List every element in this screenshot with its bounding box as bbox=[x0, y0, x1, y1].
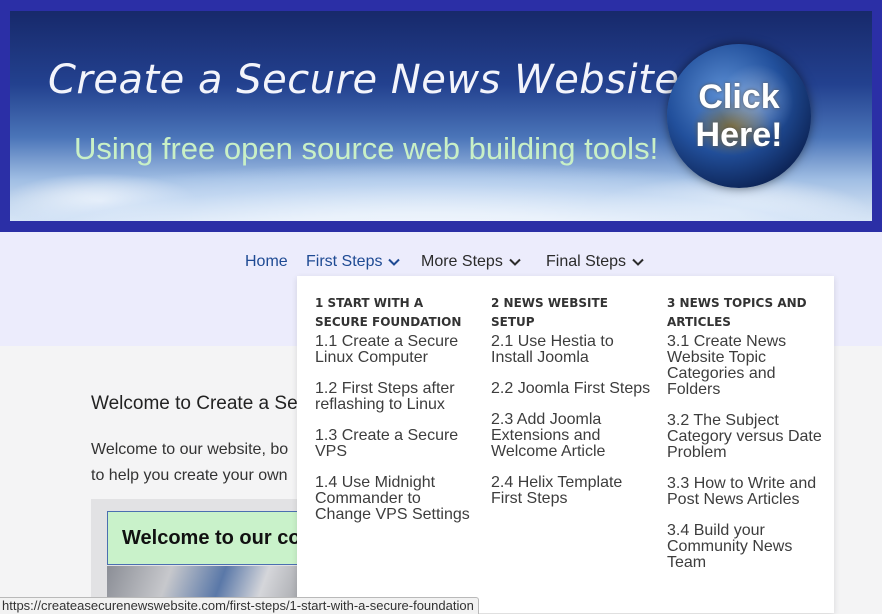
menu-column: 3 NEWS TOPICS AND ARTICLES 3.1 Create Ne… bbox=[667, 294, 827, 586]
menu-column-heading[interactable]: 2 NEWS WEBSITE SETUP bbox=[491, 294, 651, 334]
chevron-down-icon bbox=[388, 253, 401, 271]
menu-link[interactable]: 1.2 First Steps after reflashing to Linu… bbox=[315, 381, 475, 413]
menu-link[interactable]: 2.1 Use Hestia to Install Joomla bbox=[491, 334, 651, 366]
chevron-down-icon bbox=[509, 253, 521, 271]
banner-image[interactable]: Create a Secure News Website… Using free… bbox=[10, 11, 872, 221]
menu-link[interactable]: 2.2 Joomla First Steps bbox=[491, 381, 651, 397]
menu-link[interactable]: 2.4 Helix Template First Steps bbox=[491, 475, 651, 507]
welcome-banner: Welcome to our co bbox=[107, 511, 307, 565]
banner-subtitle: Using free open source web building tool… bbox=[74, 131, 659, 166]
menu-link[interactable]: 1.3 Create a Secure VPS bbox=[315, 428, 475, 460]
nav-item-final-steps[interactable]: Final Steps bbox=[546, 253, 644, 271]
header-banner: Create a Secure News Website… Using free… bbox=[0, 0, 882, 232]
menu-link[interactable]: 3.3 How to Write and Post News Articles bbox=[667, 476, 827, 508]
globe-cta-button[interactable]: Click Here! bbox=[667, 44, 811, 188]
menu-column: 1 START WITH A SECURE FOUNDATION 1.1 Cre… bbox=[315, 294, 475, 538]
intro-line: Welcome to our website, bo bbox=[91, 441, 289, 458]
nav-item-first-steps[interactable]: First Steps bbox=[306, 253, 401, 271]
intro-line: to help you create your own bbox=[91, 467, 288, 484]
nav-item-more-steps[interactable]: More Steps bbox=[421, 253, 521, 271]
nav-item-label: Final Steps bbox=[546, 253, 627, 271]
menu-link[interactable]: 1.4 Use Midnight Commander to Change VPS… bbox=[315, 475, 475, 523]
nav-item-label: Home bbox=[245, 253, 288, 270]
nav-item-label: First Steps bbox=[306, 253, 383, 271]
menu-link[interactable]: 3.4 Build your Community News Team bbox=[667, 523, 827, 571]
menu-column-heading[interactable]: 1 START WITH A SECURE FOUNDATION bbox=[315, 294, 475, 334]
menu-link[interactable]: 2.3 Add Joomla Extensions and Welcome Ar… bbox=[491, 412, 651, 460]
menu-column-heading[interactable]: 3 NEWS TOPICS AND ARTICLES bbox=[667, 294, 827, 334]
chevron-down-icon bbox=[632, 253, 644, 271]
globe-cta-label: Click Here! bbox=[695, 78, 783, 154]
nav-item-label: More Steps bbox=[421, 253, 503, 271]
nav-item-home[interactable]: Home bbox=[245, 253, 288, 271]
main-nav: Home First Steps More Steps Final Steps bbox=[0, 253, 882, 273]
page-title: Welcome to Create a Se bbox=[91, 393, 298, 414]
intro-text: Welcome to our website, bo to help you c… bbox=[91, 437, 311, 489]
status-bar-url: https://createasecurenewswebsite.com/fir… bbox=[0, 597, 479, 614]
first-steps-dropdown: 1 START WITH A SECURE FOUNDATION 1.1 Cre… bbox=[297, 276, 834, 613]
menu-column: 2 NEWS WEBSITE SETUP 2.1 Use Hestia to I… bbox=[491, 294, 651, 522]
banner-title: Create a Secure News Website… bbox=[48, 57, 720, 103]
menu-link[interactable]: 3.2 The Subject Category versus Date Pro… bbox=[667, 413, 827, 461]
menu-link[interactable]: 3.1 Create News Website Topic Categories… bbox=[667, 334, 827, 398]
menu-link[interactable]: 1.1 Create a Secure Linux Computer bbox=[315, 334, 475, 366]
welcome-banner-text: Welcome to our co bbox=[122, 527, 301, 549]
